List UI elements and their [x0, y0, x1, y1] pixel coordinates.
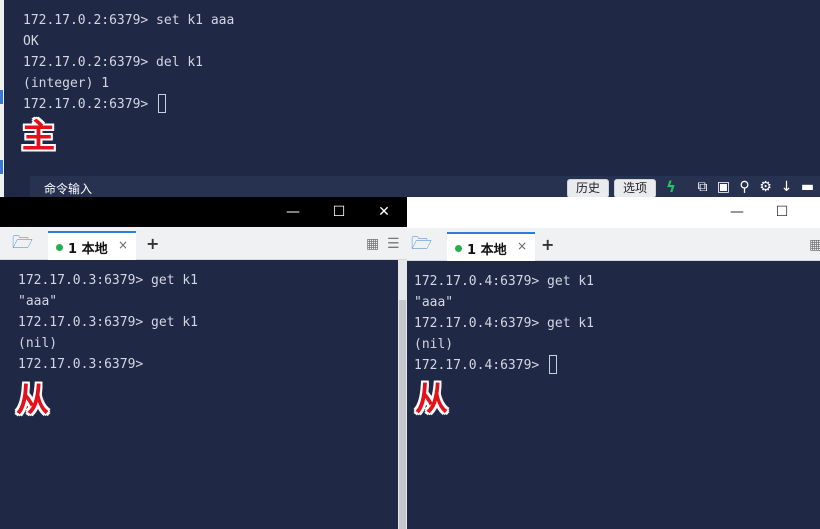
- maximize-button[interactable]: ☐: [316, 197, 362, 227]
- menu-icon[interactable]: ☰: [387, 236, 400, 252]
- options-button[interactable]: 选项: [614, 179, 656, 198]
- slave-terminal-left[interactable]: 172.17.0.3:6379> get k1 "aaa" 172.17.0.3…: [0, 260, 398, 529]
- new-tab-button[interactable]: +: [146, 234, 159, 253]
- master-role-label: 主: [22, 116, 55, 155]
- terminal-line: 172.17.0.4:6379> get k1: [414, 316, 595, 331]
- terminal-line: 172.17.0.3:6379> get k1: [18, 315, 199, 330]
- slave-role-label: 从: [415, 379, 448, 418]
- side-panel-marker: [0, 90, 3, 104]
- terminal-line: (nil): [414, 337, 454, 352]
- terminal-line: 172.17.0.3:6379> get k1: [18, 273, 199, 288]
- master-terminal-window: 172.17.0.2:6379> set k1 aaa OK 172.17.0.…: [0, 0, 820, 200]
- folder-icon[interactable]: 🗁: [411, 235, 433, 253]
- terminal-line: (integer) 1: [23, 76, 110, 91]
- slave-role-label: 从: [16, 380, 49, 419]
- side-panel-edge: [0, 0, 4, 200]
- folder-icon[interactable]: 🗁: [12, 234, 34, 252]
- window-titlebar[interactable]: — ☐ ✕: [0, 197, 407, 227]
- terminal-line: "aaa": [414, 295, 454, 310]
- tab-close-icon[interactable]: ×: [118, 238, 128, 252]
- grid-view-icon[interactable]: ▦: [809, 237, 820, 253]
- lightning-icon[interactable]: ϟ: [666, 178, 676, 196]
- terminal-line: 172.17.0.2:6379> del k1: [23, 55, 204, 70]
- slave-window-left: — ☐ ✕ 🗁 1 本地 × + ▦ ☰ 172.17.0.3:6379> ge…: [0, 197, 407, 529]
- scrollbar[interactable]: [398, 260, 407, 529]
- connected-dot-icon: [56, 244, 63, 251]
- terminal-prompt-line: 172.17.0.2:6379>: [23, 94, 234, 115]
- grid-view-icon[interactable]: ▦: [366, 236, 379, 252]
- side-panel-marker: [0, 160, 3, 174]
- tab-local[interactable]: 1 本地 ×: [447, 232, 535, 261]
- terminal-line: 172.17.0.4:6379> get k1: [414, 274, 595, 289]
- terminal-line: (nil): [18, 336, 58, 351]
- close-button[interactable]: ✕: [361, 197, 407, 227]
- arrow-down-icon[interactable]: ↓: [778, 178, 795, 197]
- tab-bar: 🗁 1 本地 × + ▦ ☰: [0, 227, 407, 260]
- terminal-prompt-line: 172.17.0.4:6379>: [414, 355, 594, 376]
- connected-dot-icon: [455, 245, 462, 252]
- terminal-cursor: [158, 94, 167, 113]
- copy-icon[interactable]: ⧉: [694, 178, 711, 197]
- window-titlebar[interactable]: — ☐: [407, 197, 820, 228]
- tab-label: 1 本地: [467, 243, 507, 258]
- slave-terminal-right[interactable]: 172.17.0.4:6379> get k1 "aaa" 172.17.0.4…: [407, 261, 820, 529]
- scrollbar-thumb[interactable]: [399, 300, 406, 529]
- tab-local[interactable]: 1 本地 ×: [48, 231, 136, 260]
- terminal-line: 172.17.0.2:6379> set k1 aaa: [23, 13, 235, 28]
- terminal-line: OK: [23, 34, 39, 49]
- panel-icon[interactable]: ▬: [799, 178, 816, 197]
- gear-icon[interactable]: ⚙: [757, 178, 774, 197]
- terminal-prompt-line: 172.17.0.3:6379>: [18, 357, 144, 372]
- new-tab-button[interactable]: +: [541, 235, 554, 254]
- minimize-button[interactable]: —: [714, 197, 760, 227]
- tab-bar: 🗁 1 本地 × + ▦: [407, 228, 820, 261]
- tab-close-icon[interactable]: ×: [517, 239, 527, 253]
- history-button[interactable]: 历史: [567, 179, 609, 198]
- master-terminal[interactable]: 172.17.0.2:6379> set k1 aaa OK 172.17.0.…: [0, 0, 820, 200]
- maximize-button[interactable]: ☐: [759, 197, 805, 227]
- terminal-line: "aaa": [18, 294, 58, 309]
- terminal-cursor: [549, 355, 558, 374]
- tab-label: 1 本地: [68, 242, 108, 257]
- search-icon[interactable]: ⚲: [736, 178, 753, 197]
- command-input-label: 命令输入: [44, 182, 93, 196]
- minimize-button[interactable]: —: [270, 197, 316, 227]
- slave-window-right: — ☐ 🗁 1 本地 × + ▦ 172.17.0.4:6379> get k1…: [407, 197, 820, 529]
- paste-icon[interactable]: ▣: [715, 178, 732, 197]
